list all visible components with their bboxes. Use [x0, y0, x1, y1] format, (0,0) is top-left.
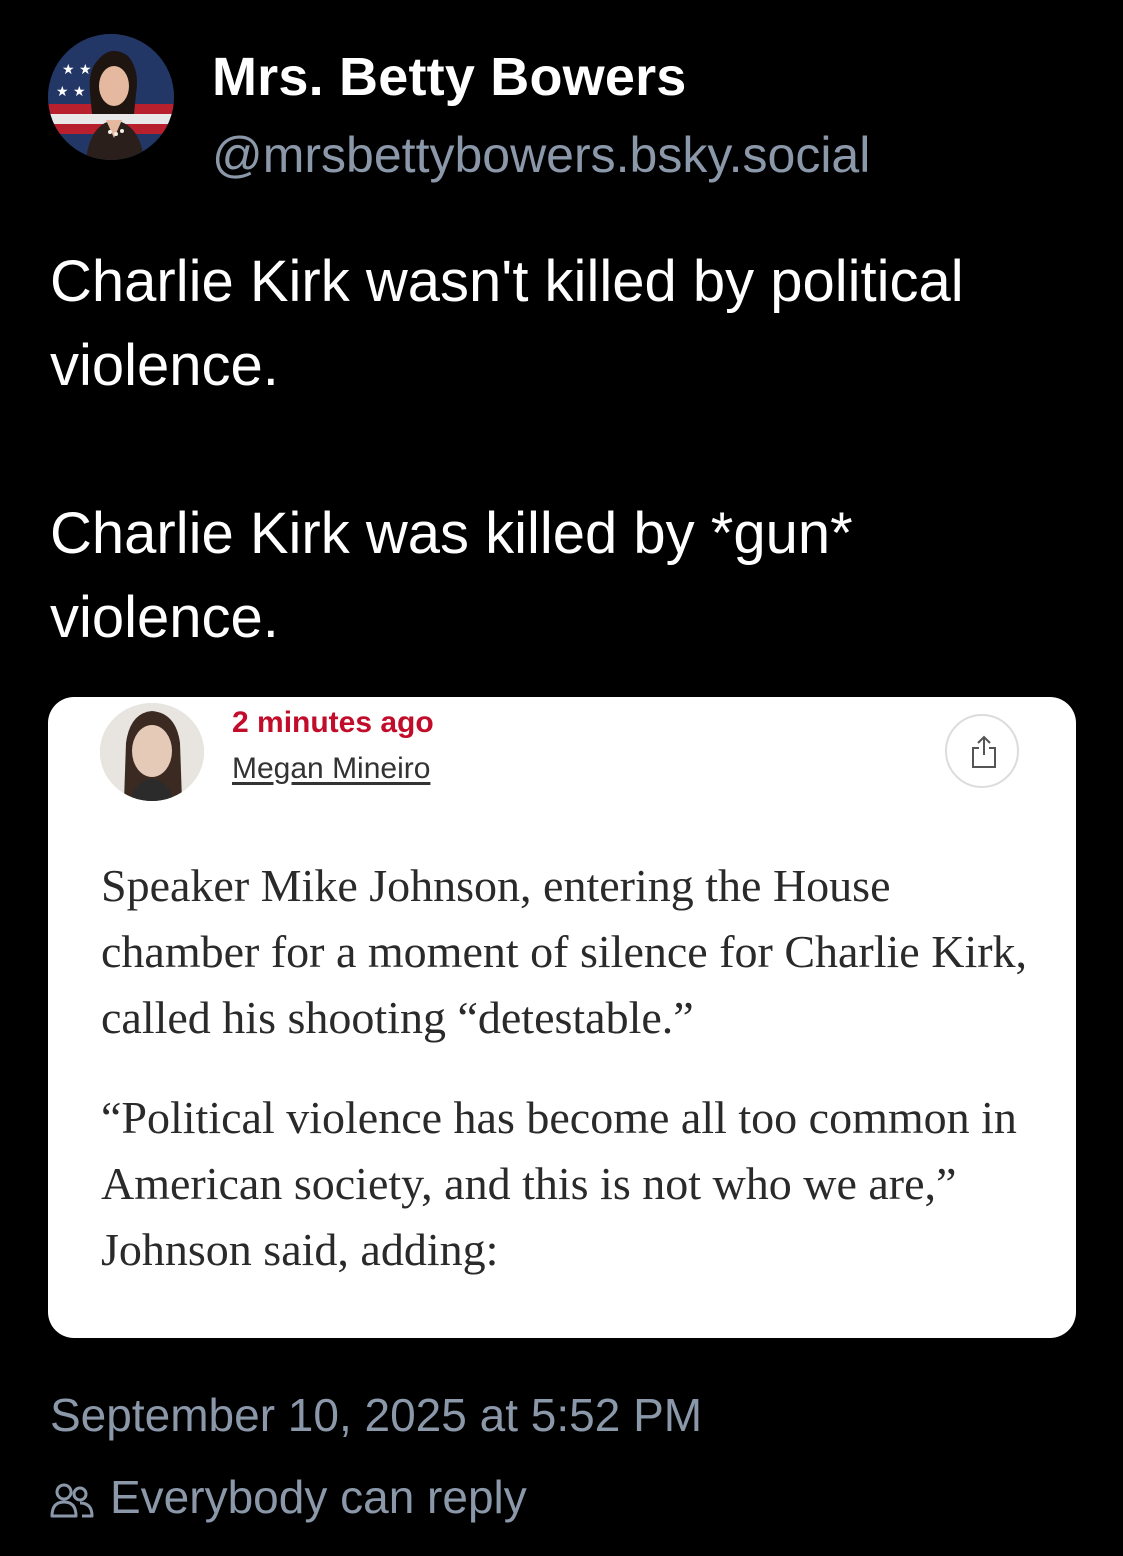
post-paragraph: Charlie Kirk was killed by *gun* violenc… [50, 501, 853, 650]
reply-setting-label: Everybody can reply [110, 1471, 527, 1523]
post-paragraph: Charlie Kirk wasn't killed by political … [50, 249, 964, 398]
author-display-name[interactable]: Mrs. Betty Bowers [212, 46, 687, 108]
post-header: ★ ★ ★ ★ Mrs. Betty Bowers @mrsbettybower… [48, 34, 1088, 183]
embed-time-ago: 2 minutes ago [232, 706, 434, 739]
embed-author-link[interactable]: Megan Mineiro [232, 752, 430, 786]
post-body: Charlie Kirk wasn't killed by political … [50, 240, 1060, 660]
share-icon [972, 735, 996, 768]
svg-text:★ ★: ★ ★ [56, 84, 86, 100]
svg-text:★ ★: ★ ★ [62, 62, 92, 78]
embed-paragraph: “Political violence has become all too c… [101, 1092, 1017, 1275]
embed-paragraph: Speaker Mike Johnson, entering the House… [101, 860, 1028, 1043]
embed-author-avatar [100, 703, 204, 801]
people-icon [50, 1483, 94, 1518]
embed-article-text: Speaker Mike Johnson, entering the House… [101, 853, 1041, 1317]
embedded-image-card[interactable]: 2 minutes ago Megan Mineiro Speaker Mike… [48, 697, 1076, 1338]
author-avatar[interactable]: ★ ★ ★ ★ [48, 34, 174, 160]
post-timestamp: September 10, 2025 at 5:52 PM [50, 1389, 703, 1441]
author-handle[interactable]: @mrsbettybowers.bsky.social [212, 126, 870, 184]
share-button[interactable] [945, 714, 1019, 788]
embed-avatar-image [100, 703, 204, 801]
avatar-image: ★ ★ ★ ★ [48, 34, 174, 160]
